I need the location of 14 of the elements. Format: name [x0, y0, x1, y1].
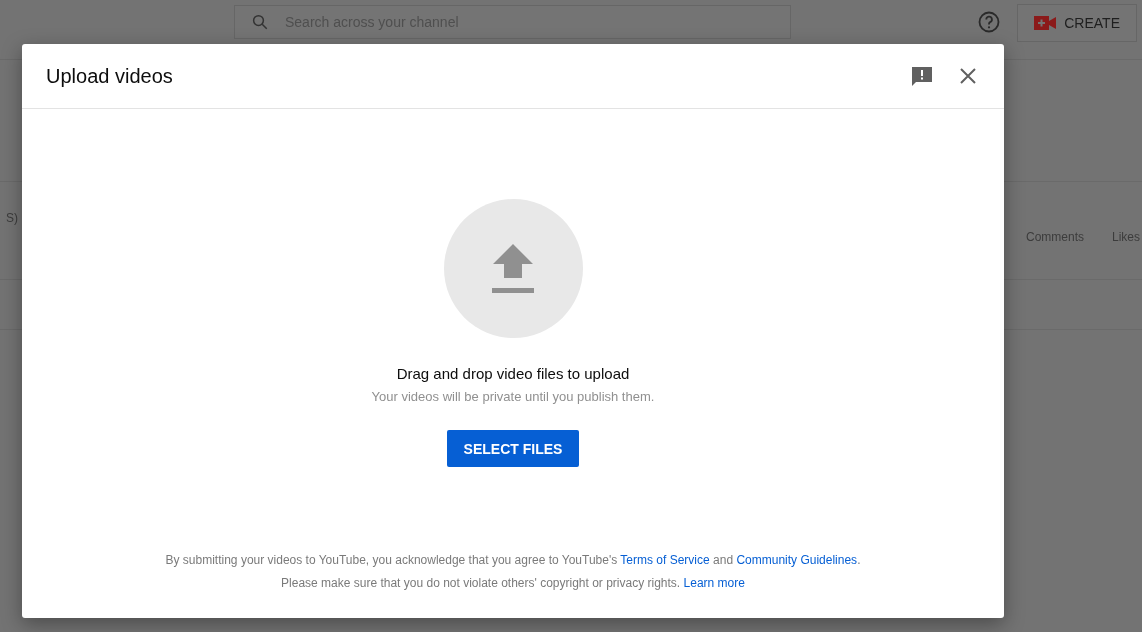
terms-link[interactable]: Learn more — [683, 576, 745, 590]
select-files-button[interactable]: SELECT FILES — [446, 430, 580, 467]
dialog-title: Upload videos — [46, 64, 174, 88]
terms-text: Please make sure that you do not violate others' copyright or privacy rights. Learn more — [281, 576, 745, 590]
help-icon[interactable] — [977, 9, 1002, 34]
terms-text: By submitting your videos to YouTube, you acknowledge that you agree to YouTube's Terms of Service and Community Guidelines. — [165, 553, 861, 567]
upload-icon — [491, 243, 535, 294]
create-button[interactable]: CREATE — [1017, 3, 1137, 42]
search-icon — [251, 12, 269, 31]
video-camera-icon — [1034, 15, 1057, 30]
drop-prompt: Drag and drop video files to upload — [396, 365, 630, 382]
terms-link[interactable]: Terms of Service — [620, 553, 710, 567]
privacy-note: Your videos will be private until you publish them. — [371, 389, 655, 404]
feedback-icon[interactable] — [910, 64, 934, 88]
